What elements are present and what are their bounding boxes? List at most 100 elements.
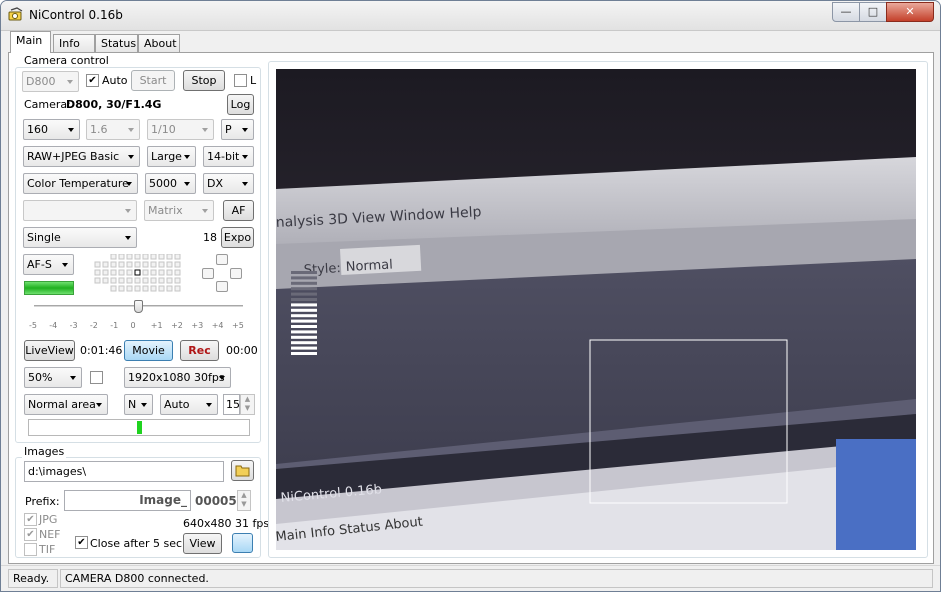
minimize-button[interactable]: —: [832, 2, 860, 22]
af-point[interactable]: [166, 261, 173, 268]
af-point[interactable]: [174, 261, 181, 268]
spin-input[interactable]: 15: [223, 394, 240, 415]
af-point[interactable]: [134, 261, 141, 268]
counter-spin[interactable]: ▲ ▼: [237, 490, 251, 511]
iso-select[interactable]: 160: [23, 119, 80, 140]
color-button[interactable]: [232, 533, 253, 553]
metering-select[interactable]: Matrix: [144, 200, 214, 221]
af-point[interactable]: [150, 285, 157, 292]
af-point[interactable]: [126, 254, 133, 260]
af-point[interactable]: [118, 277, 125, 284]
close-after-checkbox[interactable]: ✔: [75, 536, 88, 549]
af-point[interactable]: [118, 285, 125, 292]
liveview-preview[interactable]: nalysis 3D View Window Help Style: Norma…: [276, 69, 916, 550]
af-point[interactable]: [142, 261, 149, 268]
start-button[interactable]: Start: [131, 70, 175, 91]
af-point[interactable]: [150, 269, 157, 276]
af-point[interactable]: [126, 277, 133, 284]
tif-checkbox[interactable]: [24, 543, 37, 556]
af-point[interactable]: [174, 254, 181, 260]
auto-checkbox[interactable]: ✔: [86, 74, 99, 87]
af-point[interactable]: [150, 254, 157, 260]
maximize-button[interactable]: □: [859, 2, 887, 22]
shutter-select[interactable]: 1/10: [147, 119, 214, 140]
auto-select[interactable]: Auto: [160, 394, 218, 415]
af-point[interactable]: [134, 254, 141, 260]
af-point[interactable]: [102, 269, 109, 276]
n-select[interactable]: N: [124, 394, 153, 415]
close-button[interactable]: ✕: [886, 2, 934, 22]
af-point[interactable]: [158, 285, 165, 292]
ev-slider-thumb[interactable]: [134, 300, 143, 313]
af-point[interactable]: [94, 269, 101, 276]
af-point[interactable]: [158, 254, 165, 260]
af-point[interactable]: [110, 285, 117, 292]
zoom-select[interactable]: 50%: [24, 367, 82, 388]
af-point[interactable]: [118, 269, 125, 276]
jpg-checkbox[interactable]: ✔: [24, 513, 37, 526]
af-point[interactable]: [166, 277, 173, 284]
af-mode-select[interactable]: AF-S: [23, 254, 74, 275]
af-point[interactable]: [110, 269, 117, 276]
af-point[interactable]: [158, 261, 165, 268]
drive-mode-select[interactable]: Single: [23, 227, 137, 248]
af-point[interactable]: [126, 269, 133, 276]
af-point[interactable]: [174, 269, 181, 276]
view-button[interactable]: View: [183, 533, 222, 554]
af-point[interactable]: [126, 285, 133, 292]
prefix-input[interactable]: Image_: [64, 490, 191, 511]
tab-status[interactable]: Status: [95, 34, 138, 52]
af-point[interactable]: [118, 254, 125, 260]
af-point[interactable]: [142, 269, 149, 276]
af-point[interactable]: [150, 261, 157, 268]
af-point[interactable]: [94, 277, 101, 284]
af-button[interactable]: AF: [223, 200, 254, 221]
bit-depth-select[interactable]: 14-bit: [203, 146, 254, 167]
stop-button[interactable]: Stop: [183, 70, 225, 91]
zoom-checkbox[interactable]: [90, 371, 103, 384]
exposure-mode-select[interactable]: P: [221, 119, 254, 140]
af-point[interactable]: [118, 261, 125, 268]
camera-model-select[interactable]: D800: [22, 71, 79, 92]
af-point[interactable]: [158, 269, 165, 276]
af-left-button[interactable]: [202, 268, 214, 279]
tab-main[interactable]: Main: [10, 31, 51, 53]
white-balance-select[interactable]: Color Temperature: [23, 173, 138, 194]
expo-button[interactable]: Expo: [221, 227, 254, 248]
af-point[interactable]: [166, 254, 173, 260]
movie-button[interactable]: Movie: [124, 340, 173, 361]
af-point[interactable]: [142, 285, 149, 292]
af-point[interactable]: [142, 254, 149, 260]
picture-control-select[interactable]: [23, 200, 137, 221]
af-point[interactable]: [126, 261, 133, 268]
af-point[interactable]: [174, 277, 181, 284]
nef-checkbox[interactable]: ✔: [24, 528, 37, 541]
color-temp-select[interactable]: 5000: [145, 173, 196, 194]
movie-resolution-select[interactable]: 1920x1080 30fps: [124, 367, 231, 388]
af-up-button[interactable]: [216, 254, 228, 265]
af-point[interactable]: [158, 277, 165, 284]
af-point[interactable]: [142, 277, 149, 284]
image-quality-select[interactable]: RAW+JPEG Basic: [23, 146, 140, 167]
tab-about[interactable]: About: [138, 34, 180, 52]
af-point[interactable]: [150, 277, 157, 284]
af-point[interactable]: [102, 261, 109, 268]
af-down-button[interactable]: [216, 281, 228, 292]
aperture-select[interactable]: 1.6: [86, 119, 140, 140]
rec-button[interactable]: Rec: [180, 340, 219, 361]
log-button[interactable]: Log: [227, 94, 254, 115]
crop-select[interactable]: DX: [203, 173, 254, 194]
af-point[interactable]: [110, 261, 117, 268]
af-point-grid[interactable]: [94, 254, 186, 294]
image-size-select[interactable]: Large: [147, 146, 196, 167]
liveview-button[interactable]: LiveView: [24, 340, 75, 361]
af-point[interactable]: [110, 254, 117, 260]
af-point[interactable]: [102, 277, 109, 284]
area-select[interactable]: Normal area: [24, 394, 108, 415]
af-point[interactable]: [166, 269, 173, 276]
spin-arrows[interactable]: ▲ ▼: [240, 394, 255, 415]
af-right-button[interactable]: [230, 268, 242, 279]
af-point[interactable]: [134, 285, 141, 292]
af-point[interactable]: [134, 269, 141, 276]
af-point[interactable]: [134, 277, 141, 284]
